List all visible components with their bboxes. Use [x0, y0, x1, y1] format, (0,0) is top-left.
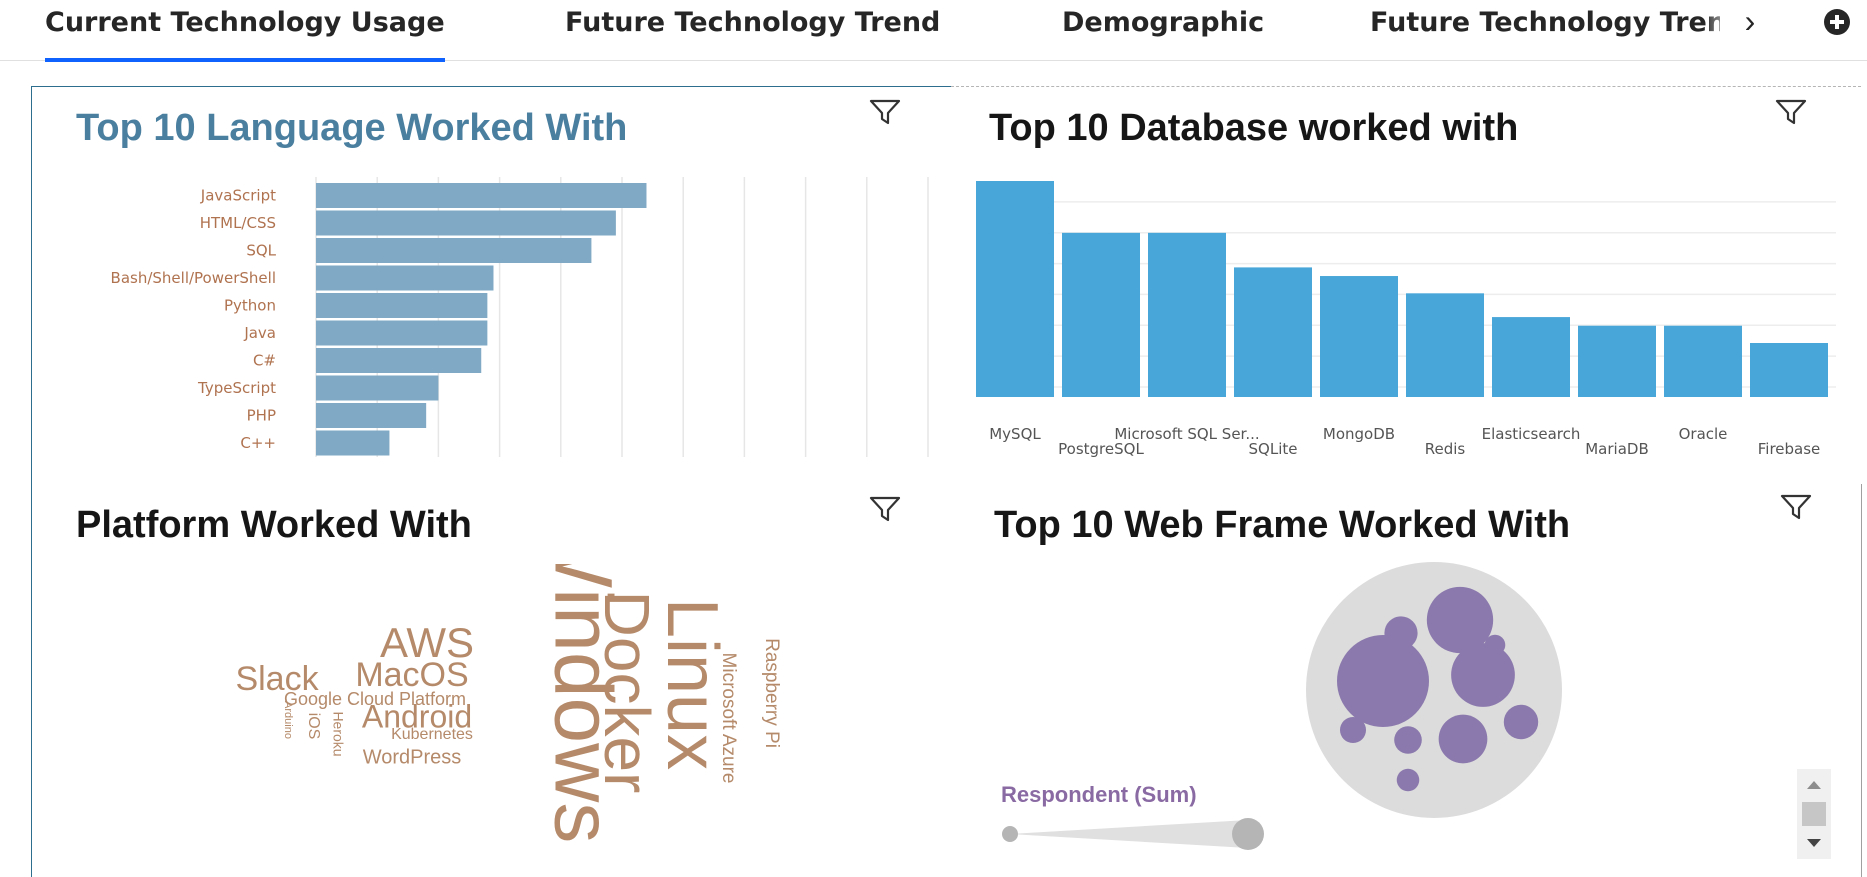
webframe-bubble[interactable]: [1396, 768, 1420, 792]
database-tick-label: MariaDB: [1585, 440, 1649, 458]
language-bar[interactable]: [316, 265, 494, 291]
webframe-bubble[interactable]: [1451, 643, 1515, 707]
database-tick-label: Redis: [1425, 440, 1466, 458]
webframes-bubble-chart: [1306, 562, 1562, 818]
word-cloud-word[interactable]: iOS: [305, 713, 322, 740]
language-tick-label: SQL: [246, 242, 276, 260]
word-cloud-word[interactable]: Microsoft Azure: [718, 653, 739, 784]
database-bar[interactable]: [976, 181, 1054, 397]
database-tick-label: Firebase: [1758, 440, 1821, 458]
scroll-down-icon[interactable]: [1807, 839, 1821, 847]
language-tick-label: TypeScript: [197, 379, 276, 397]
database-tick-label: Elasticsearch: [1482, 425, 1581, 443]
database-bar[interactable]: [1234, 267, 1312, 397]
language-tick-label: HTML/CSS: [200, 214, 276, 232]
webframe-bubble[interactable]: [1484, 634, 1506, 656]
database-bar[interactable]: [1320, 276, 1398, 397]
languages-title: Top 10 Language Worked With: [76, 107, 628, 149]
language-tick-label: JavaScript: [200, 187, 276, 205]
tab-demographic[interactable]: Demographic: [1062, 0, 1264, 58]
platforms-title: Platform Worked With: [76, 504, 472, 546]
webframe-bubble[interactable]: [1337, 635, 1429, 727]
language-bar[interactable]: [316, 210, 616, 236]
languages-bar-chart: JavaScript HTML/CSS SQL Bash/Shell/PowerShe…: [111, 177, 929, 457]
word-cloud-word[interactable]: Google Cloud Platform: [284, 689, 466, 709]
filter-icon[interactable]: [868, 494, 902, 524]
webframe-bubble[interactable]: [1339, 716, 1367, 744]
tab-future-technology-trend[interactable]: Future Technology Trend: [565, 0, 940, 58]
filter-icon[interactable]: [1774, 97, 1808, 127]
webframe-bubble[interactable]: [1503, 704, 1539, 740]
database-tick-label: MongoDB: [1323, 425, 1395, 443]
databases-title: Top 10 Database worked with: [989, 107, 1519, 149]
platforms-word-cloud: Windows LinuxDockerAWSMacOSSlackAndroidGo…: [235, 564, 782, 843]
filter-icon[interactable]: [868, 97, 902, 127]
language-bar[interactable]: [316, 183, 647, 208]
language-bar[interactable]: [316, 320, 488, 346]
language-bar[interactable]: [316, 293, 488, 318]
database-bar[interactable]: [1148, 232, 1226, 397]
filter-icon[interactable]: [1779, 492, 1813, 522]
language-tick-label: Java: [243, 324, 276, 342]
database-bar[interactable]: [1750, 343, 1828, 397]
word-cloud-word[interactable]: WordPress: [363, 746, 462, 768]
tab-bar: Current Technology Usage Future Technolo…: [0, 0, 1867, 62]
webframes-panel: Top 10 Web Frame Worked With Respondent …: [951, 484, 1862, 877]
language-bar[interactable]: [316, 430, 390, 456]
language-bar[interactable]: [316, 348, 482, 373]
database-bar[interactable]: [1664, 325, 1742, 397]
database-tick-label: Oracle: [1679, 425, 1728, 443]
tab-current-technology-usage[interactable]: Current Technology Usage: [45, 0, 445, 62]
scroll-thumb[interactable]: [1802, 802, 1826, 826]
chevron-right-icon[interactable]: ›: [1730, 0, 1770, 46]
database-tick-label: SQLite: [1249, 440, 1298, 458]
webframe-bubble[interactable]: [1384, 616, 1418, 650]
word-cloud-word[interactable]: Raspberry Pi: [761, 638, 782, 748]
languages-panel: Top 10 Language Worked With JavaScript HT…: [31, 86, 953, 486]
databases-bar-chart: MySQLPostgreSQLMicrosoft SQL Ser...SQLit…: [976, 181, 1836, 458]
database-bar[interactable]: [1062, 232, 1140, 397]
language-tick-label: PHP: [247, 407, 276, 425]
language-tick-label: Bash/Shell/PowerShell: [111, 269, 276, 287]
size-range-slider[interactable]: [996, 814, 1266, 854]
word-cloud-word[interactable]: Kubernetes: [391, 726, 473, 743]
database-bar[interactable]: [1406, 293, 1484, 397]
scroll-up-icon[interactable]: [1807, 781, 1821, 789]
word-cloud-word[interactable]: Heroku: [330, 711, 346, 756]
webframe-bubble[interactable]: [1394, 726, 1422, 754]
language-bar[interactable]: [316, 403, 427, 428]
language-tick-label: C++: [240, 434, 276, 452]
database-bar[interactable]: [1578, 325, 1656, 397]
database-tick-label: Microsoft SQL Ser...: [1114, 425, 1259, 443]
plus-circle-icon[interactable]: [1822, 7, 1852, 37]
tab-future-technology-trend-2[interactable]: Future Technology Trend: [1370, 0, 1720, 58]
database-bar[interactable]: [1492, 317, 1570, 397]
word-cloud-word[interactable]: Arduino: [282, 701, 294, 739]
language-bar[interactable]: [316, 238, 592, 263]
language-tick-label: Python: [224, 297, 276, 315]
webframe-bubble[interactable]: [1438, 714, 1488, 764]
language-bar[interactable]: [316, 375, 439, 401]
word-cloud-word[interactable]: Docker: [591, 591, 663, 794]
platforms-panel: Platform Worked With Windows Linux Docker A…: [31, 484, 953, 877]
language-tick-label: C#: [253, 352, 276, 370]
databases-panel: Top 10 Database worked with MySQL Postgre…: [951, 86, 1861, 485]
database-tick-label: MySQL: [989, 425, 1041, 443]
webframes-title: Top 10 Web Frame Worked With: [994, 504, 1571, 546]
slider-label: Respondent (Sum): [1001, 782, 1197, 807]
slider-min-handle[interactable]: [1002, 826, 1018, 842]
slider-max-handle[interactable]: [1232, 818, 1264, 850]
legend-scrollbar[interactable]: [1797, 769, 1831, 859]
